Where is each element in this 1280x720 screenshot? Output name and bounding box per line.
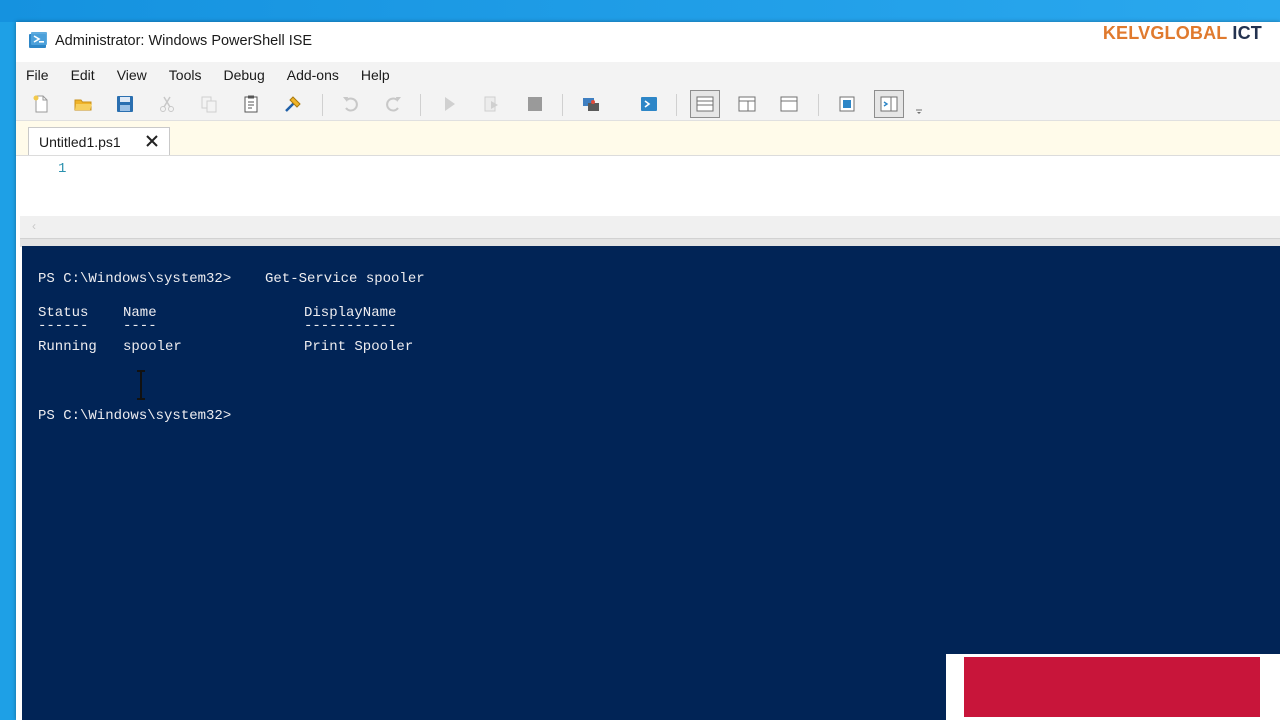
close-icon[interactable] [145,134,159,148]
new-remote-tab-icon[interactable] [578,92,604,116]
console-command: Get-Service spooler [265,271,425,287]
toolbar-separator [420,94,421,116]
column-underline-name: ---- [123,318,157,334]
column-underline-status: ------ [38,318,89,334]
paste-icon[interactable] [238,92,264,116]
powershell-ise-window: Administrator: Windows PowerShell ISE KE… [16,22,1280,720]
console-prompt: PS C:\Windows\system32> [38,271,232,287]
toolbar-separator [562,94,563,116]
row-status: Running [38,339,97,355]
editor-horizontal-scrollbar[interactable]: ‹ [20,216,1280,238]
run-script-icon[interactable] [436,92,462,116]
console-prompt: PS C:\Windows\system32> [38,408,232,424]
toolbar-overflow-icon[interactable] [912,92,926,116]
copy-icon[interactable] [196,92,222,116]
stop-icon[interactable] [522,92,548,116]
menu-help[interactable]: Help [351,67,402,83]
title-bar[interactable]: Administrator: Windows PowerShell ISE KE… [16,22,1280,62]
toolbar [16,88,1280,121]
menu-tools[interactable]: Tools [159,67,214,83]
subscribe-banner [964,657,1260,717]
menu-bar: File Edit View Tools Debug Add-ons Help [16,62,1280,88]
line-number: 1 [58,161,67,177]
tab-untitled1[interactable]: Untitled1.ps1 [28,127,170,155]
toolbar-separator [818,94,819,116]
menu-add-ons[interactable]: Add-ons [277,67,351,83]
undo-icon[interactable] [338,92,364,116]
tab-label: Untitled1.ps1 [39,133,121,150]
menu-edit[interactable]: Edit [61,67,107,83]
script-pane-maximized-icon[interactable] [776,92,802,116]
start-powershell-icon[interactable] [636,92,662,116]
watermark-logo: KELVGLOBAL ICT [1103,23,1262,44]
row-displayname: Print Spooler [304,339,414,355]
text-cursor-icon [136,370,146,400]
desktop-background [0,0,1280,22]
toolbar-separator [322,94,323,116]
show-command-window-icon[interactable] [874,90,904,118]
menu-file[interactable]: File [16,67,61,83]
command-addon-icon[interactable] [834,92,860,116]
menu-debug[interactable]: Debug [213,67,276,83]
powershell-ise-app-icon [28,31,48,51]
cut-icon[interactable] [154,92,180,116]
window-title: Administrator: Windows PowerShell ISE [55,33,313,49]
column-underline-displayname: ----------- [304,318,397,334]
redo-icon[interactable] [380,92,406,116]
run-selection-icon[interactable] [478,92,504,116]
menu-view[interactable]: View [107,67,159,83]
console-pane[interactable]: PS C:\Windows\system32> Get-Service spoo… [22,246,1280,720]
scroll-left-icon[interactable]: ‹ [32,219,36,233]
script-pane-right-icon[interactable] [734,92,760,116]
clear-console-icon[interactable] [280,92,306,116]
open-icon[interactable] [70,92,96,116]
script-tab-bar: Untitled1.ps1 [16,121,1280,156]
row-name: spooler [123,339,182,355]
brand-primary: KELVGLOBAL [1102,23,1228,43]
new-script-icon[interactable] [28,92,54,116]
save-icon[interactable] [112,92,138,116]
brand-secondary: ICT [1232,23,1262,43]
toolbar-separator [676,94,677,116]
script-pane-top-icon[interactable] [690,90,720,118]
